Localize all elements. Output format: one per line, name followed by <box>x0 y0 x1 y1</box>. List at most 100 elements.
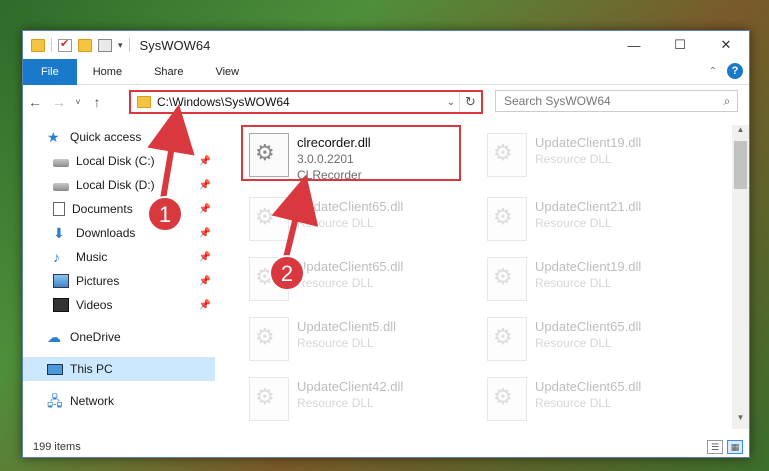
sidebar-item-downloads[interactable]: ⬇ Downloads 📌 <box>23 221 215 245</box>
search-box[interactable]: Search SysWOW64 ⌕ <box>495 90 738 112</box>
quick-access-toolbar: ▾ <box>23 37 130 52</box>
sidebar-item-label: This PC <box>70 362 113 376</box>
sidebar-item-local-disk-d[interactable]: Local Disk (D:) 📌 <box>23 173 215 197</box>
sidebar-item-onedrive[interactable]: ☁ OneDrive <box>23 325 215 349</box>
chevron-down-icon[interactable]: ▾ <box>118 40 123 51</box>
details-view-icon[interactable]: ☰ <box>707 440 723 454</box>
toolbar-divider <box>128 38 130 52</box>
status-bar: 199 items ☰ ▦ <box>23 435 749 459</box>
dll-file-icon <box>487 197 527 241</box>
file-type: Resource DLL <box>297 396 374 410</box>
sidebar-item-label: Music <box>76 250 108 264</box>
scroll-up-icon[interactable]: ▲ <box>732 125 749 141</box>
tab-home[interactable]: Home <box>77 59 138 85</box>
file-name: clrecorder.dll <box>297 135 371 150</box>
minimize-button[interactable]: — <box>611 31 657 59</box>
vertical-scrollbar[interactable]: ▲ ▼ <box>732 125 749 429</box>
sidebar-item-videos[interactable]: Videos 📌 <box>23 293 215 317</box>
file-name: UpdateClient19.dll <box>535 135 642 150</box>
sidebar-item-label: Videos <box>76 298 113 312</box>
file-name: UpdateClient65.dll <box>535 379 642 394</box>
file-name: UpdateClient5.dll <box>297 319 397 334</box>
file-tile[interactable]: UpdateClient65.dll Resource DLL <box>243 191 463 247</box>
sidebar-item-pictures[interactable]: Pictures 📌 <box>23 269 215 293</box>
pin-icon[interactable]: 📌 <box>199 300 211 311</box>
file-tile-clrecorder[interactable]: clrecorder.dll 3.0.0.2201 CLRecorder <box>241 125 461 182</box>
back-button[interactable]: ← <box>23 94 47 110</box>
pin-icon[interactable]: 📌 <box>199 204 211 215</box>
network-icon: 🖧 <box>47 393 63 409</box>
dll-file-icon <box>487 133 527 177</box>
file-tile[interactable]: UpdateClient21.dll Resource DLL <box>481 191 701 247</box>
pin-icon[interactable]: 📌 <box>199 252 211 263</box>
ribbon-tabs: File Home Share View ⌃ ? <box>23 58 749 85</box>
help-icon[interactable]: ? <box>727 63 743 79</box>
refresh-button[interactable]: ↻ <box>459 92 481 112</box>
scroll-down-icon[interactable]: ▼ <box>732 413 749 429</box>
expand-ribbon-icon[interactable]: ⌃ <box>709 66 717 77</box>
up-button[interactable]: ↑ <box>85 94 109 110</box>
tiles-view-icon[interactable]: ▦ <box>727 440 743 454</box>
tab-view[interactable]: View <box>199 59 255 85</box>
sidebar-item-network[interactable]: 🖧 Network <box>23 389 215 413</box>
properties-check-icon[interactable] <box>58 37 72 52</box>
pin-icon[interactable]: 📌 <box>199 276 211 287</box>
cloud-icon: ☁ <box>47 329 61 345</box>
recent-locations-button[interactable]: ˅ <box>71 97 85 107</box>
sidebar-item-local-disk-c[interactable]: Local Disk (C:) 📌 <box>23 149 215 173</box>
file-type: Resource DLL <box>297 336 374 350</box>
dll-file-icon <box>487 377 527 421</box>
pin-icon[interactable]: 📌 <box>199 228 211 239</box>
toolbar-divider <box>51 38 52 52</box>
file-tile[interactable]: UpdateClient65.dll Resource DLL <box>481 311 701 367</box>
pictures-icon <box>53 274 69 288</box>
sidebar-item-this-pc[interactable]: This PC <box>23 357 215 381</box>
dll-file-icon <box>249 257 289 301</box>
dll-file-icon <box>487 257 527 301</box>
file-name: UpdateClient65.dll <box>297 199 404 214</box>
sidebar-item-quick-access[interactable]: ★ Quick access <box>23 125 215 149</box>
sidebar-item-music[interactable]: ♪ Music 📌 <box>23 245 215 269</box>
dll-file-icon <box>249 197 289 241</box>
star-icon: ★ <box>47 129 60 145</box>
search-icon[interactable]: ⌕ <box>717 94 737 109</box>
maximize-button[interactable]: ☐ <box>657 31 703 59</box>
close-button[interactable]: ✕ <box>703 31 749 59</box>
sidebar-item-label: Local Disk (C:) <box>76 154 155 168</box>
dll-file-icon <box>249 377 289 421</box>
file-tile[interactable]: UpdateClient19.dll Resource DLL <box>481 251 701 307</box>
file-tile[interactable]: UpdateClient19.dll Resource DLL <box>481 127 701 183</box>
sidebar-item-label: Pictures <box>76 274 120 288</box>
computer-icon <box>47 363 63 375</box>
navigation-bar: ← → ˅ ↑ C:\Windows\SysWOW64 ⌄ ↻ Search S… <box>23 87 749 117</box>
forward-button[interactable]: → <box>47 94 71 110</box>
file-name: UpdateClient65.dll <box>535 319 642 334</box>
pin-icon[interactable]: 📌 <box>199 180 211 191</box>
file-tile[interactable]: UpdateClient65.dll Resource DLL <box>481 371 701 427</box>
file-tile[interactable]: UpdateClient42.dll Resource DLL <box>243 371 463 427</box>
file-version: 3.0.0.2201 <box>297 152 354 166</box>
tab-file[interactable]: File <box>23 58 77 85</box>
address-bar[interactable]: C:\Windows\SysWOW64 ⌄ ↻ <box>129 90 483 114</box>
file-name: UpdateClient42.dll <box>297 379 404 394</box>
address-path[interactable]: C:\Windows\SysWOW64 <box>157 95 443 109</box>
sidebar-item-label: Network <box>70 394 115 408</box>
videos-icon <box>53 298 69 312</box>
customize-icon[interactable] <box>98 38 112 52</box>
new-folder-icon[interactable] <box>78 38 92 52</box>
file-description: CLRecorder <box>297 168 362 182</box>
pin-icon[interactable]: 📌 <box>199 156 211 167</box>
window-title: SysWOW64 <box>139 37 211 53</box>
dll-file-icon <box>249 133 289 177</box>
item-count: 199 items <box>33 441 81 453</box>
search-input[interactable]: Search SysWOW64 <box>504 94 717 108</box>
folder-icon <box>137 96 151 108</box>
address-dropdown-icon[interactable]: ⌄ <box>443 97 459 108</box>
drive-icon <box>53 158 69 167</box>
folder-icon[interactable] <box>31 38 45 52</box>
file-tile[interactable]: UpdateClient65.dll Resource DLL <box>243 251 463 307</box>
scroll-thumb[interactable] <box>734 141 747 189</box>
sidebar-item-documents[interactable]: Documents 📌 <box>23 197 215 221</box>
tab-share[interactable]: Share <box>138 59 199 85</box>
file-tile[interactable]: UpdateClient5.dll Resource DLL <box>243 311 463 367</box>
